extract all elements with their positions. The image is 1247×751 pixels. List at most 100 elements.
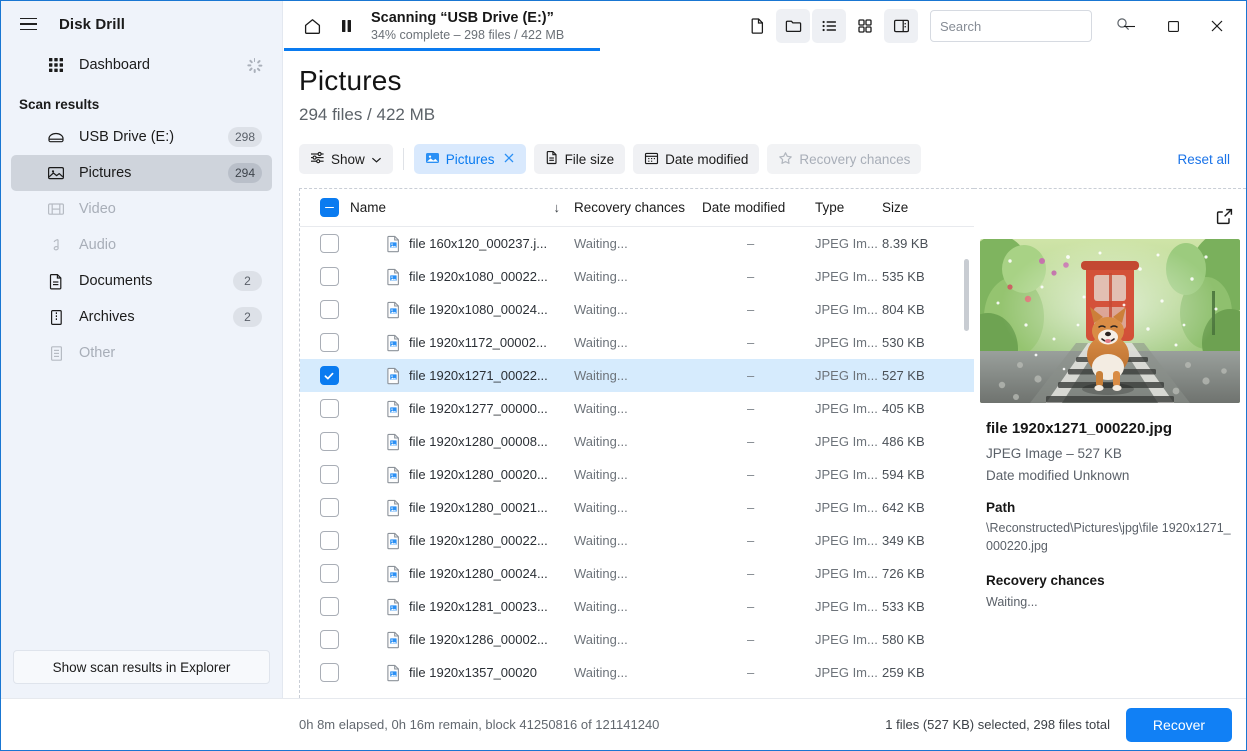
toolbar: Scanning “USB Drive (E:)” 34% complete –… xyxy=(283,1,1246,51)
column-header-size[interactable]: Size xyxy=(882,200,962,215)
loading-spinner-icon xyxy=(247,58,262,73)
search-box[interactable] xyxy=(930,10,1092,42)
row-date-cell: – xyxy=(702,335,815,350)
row-checkbox-cell xyxy=(308,663,350,682)
table-row[interactable]: file 1920x1280_00024...Waiting...–JPEG I… xyxy=(300,557,974,590)
row-recovery-cell: Waiting... xyxy=(574,500,702,515)
filter-chip-date-modified[interactable]: Date modified xyxy=(633,144,759,174)
preview-path-label: Path xyxy=(986,500,1234,515)
row-checkbox[interactable] xyxy=(320,465,339,484)
row-date-cell: – xyxy=(702,368,815,383)
table-row[interactable]: file 1920x1080_00022...Waiting...–JPEG I… xyxy=(300,260,974,293)
row-type-cell: JPEG Im... xyxy=(815,566,882,581)
row-checkbox[interactable] xyxy=(320,663,339,682)
table-row[interactable]: file 160x120_000237.j...Waiting...–JPEG … xyxy=(300,227,974,260)
row-name-cell: file 1920x1280_00021... xyxy=(350,499,574,517)
row-checkbox[interactable] xyxy=(320,432,339,451)
row-checkbox[interactable] xyxy=(320,531,339,550)
row-name-cell: file 1920x1357_00020 xyxy=(350,664,574,682)
open-external-icon[interactable] xyxy=(1215,207,1234,231)
row-checkbox[interactable] xyxy=(320,564,339,583)
row-checkbox[interactable] xyxy=(320,630,339,649)
list-view-icon[interactable] xyxy=(812,9,846,43)
column-header-type[interactable]: Type xyxy=(815,200,882,215)
row-checkbox[interactable] xyxy=(320,300,339,319)
window-minimize-button[interactable] xyxy=(1108,9,1150,43)
row-checkbox[interactable] xyxy=(320,597,339,616)
row-checkbox[interactable] xyxy=(320,333,339,352)
preview-date-modified: Date modified Unknown xyxy=(986,468,1234,483)
sidebar-item-archives[interactable]: Archives 2 xyxy=(11,299,272,335)
content-area: Pictures 294 files / 422 MB Show xyxy=(283,51,1246,698)
star-icon xyxy=(778,151,793,168)
table-row[interactable]: file 1920x1277_00000...Waiting...–JPEG I… xyxy=(300,392,974,425)
row-checkbox[interactable] xyxy=(320,399,339,418)
row-date-cell: – xyxy=(702,302,815,317)
table-row[interactable]: file 1920x1280_00008...Waiting...–JPEG I… xyxy=(300,425,974,458)
row-checkbox[interactable] xyxy=(320,498,339,517)
row-date-cell: – xyxy=(702,632,815,647)
column-header-date[interactable]: Date modified xyxy=(702,200,815,215)
table-row[interactable]: file 1920x1286_00002...Waiting...–JPEG I… xyxy=(300,623,974,656)
select-all-checkbox[interactable] xyxy=(320,198,339,217)
grid-view-icon[interactable] xyxy=(848,9,882,43)
table-row[interactable]: file 1920x1280_00022...Waiting...–JPEG I… xyxy=(300,524,974,557)
window-close-button[interactable] xyxy=(1196,9,1238,43)
window-maximize-button[interactable] xyxy=(1152,9,1194,43)
preview-file-type-size: JPEG Image – 527 KB xyxy=(986,446,1234,461)
hamburger-menu-icon[interactable] xyxy=(15,11,41,37)
show-in-explorer-button[interactable]: Show scan results in Explorer xyxy=(13,650,270,684)
column-header-name[interactable]: Name ↓ xyxy=(350,200,574,215)
filter-chip-pictures[interactable]: Pictures xyxy=(414,144,526,174)
preview-toolbar xyxy=(974,199,1246,239)
row-type-cell: JPEG Im... xyxy=(815,467,882,482)
column-label: Name xyxy=(350,200,386,215)
column-header-recovery[interactable]: Recovery chances xyxy=(574,200,702,215)
search-input[interactable] xyxy=(940,19,1116,34)
table-scrollbar[interactable] xyxy=(964,259,969,331)
pause-icon[interactable] xyxy=(329,9,363,43)
sidebar-item-audio[interactable]: Audio xyxy=(11,227,272,263)
image-icon xyxy=(45,163,67,183)
row-checkbox[interactable] xyxy=(320,267,339,286)
close-icon[interactable] xyxy=(503,152,515,167)
row-date-cell: – xyxy=(702,500,815,515)
row-type-cell: JPEG Im... xyxy=(815,632,882,647)
row-recovery-cell: Waiting... xyxy=(574,533,702,548)
row-checkbox[interactable] xyxy=(320,234,339,253)
sidebar-item-pictures[interactable]: Pictures 294 xyxy=(11,155,272,191)
row-size-cell: 259 KB xyxy=(882,665,962,680)
reset-all-link[interactable]: Reset all xyxy=(1177,152,1230,167)
table-row[interactable]: file 1920x1080_00024...Waiting...–JPEG I… xyxy=(300,293,974,326)
table-row[interactable]: file 1920x1357_00020Waiting...–JPEG Im..… xyxy=(300,656,974,689)
panel-toggle-icon[interactable] xyxy=(884,9,918,43)
sidebar-item-other[interactable]: Other xyxy=(11,335,272,371)
row-file-name: file 1920x1280_00024... xyxy=(409,566,548,581)
preview-recovery-label: Recovery chances xyxy=(986,573,1234,588)
sidebar-item-video[interactable]: Video xyxy=(11,191,272,227)
row-checkbox[interactable] xyxy=(320,366,339,385)
show-filter-dropdown[interactable]: Show xyxy=(299,144,393,174)
row-checkbox-cell xyxy=(308,234,350,253)
table-row[interactable]: file 1920x1281_00023...Waiting...–JPEG I… xyxy=(300,590,974,623)
row-recovery-cell: Waiting... xyxy=(574,401,702,416)
sidebar-item-usb-drive[interactable]: USB Drive (E:) 298 xyxy=(11,119,272,155)
row-name-cell: file 1920x1271_00022... xyxy=(350,367,574,385)
table-row[interactable]: file 1920x1172_00002...Waiting...–JPEG I… xyxy=(300,326,974,359)
filter-chip-file-size[interactable]: File size xyxy=(534,144,626,174)
show-filter-label: Show xyxy=(331,152,365,167)
row-file-name: file 160x120_000237.j... xyxy=(409,236,547,251)
table-row[interactable]: file 1920x1271_00022...Waiting...–JPEG I… xyxy=(300,359,974,392)
file-view-icon[interactable] xyxy=(740,9,774,43)
table-row[interactable]: file 1920x1280_00020...Waiting...–JPEG I… xyxy=(300,458,974,491)
sidebar-item-documents[interactable]: Documents 2 xyxy=(11,263,272,299)
row-file-name: file 1920x1277_00000... xyxy=(409,401,548,416)
home-icon[interactable] xyxy=(295,9,329,43)
table-row[interactable]: file 1920x1280_00021...Waiting...–JPEG I… xyxy=(300,491,974,524)
sidebar-item-dashboard[interactable]: Dashboard xyxy=(11,47,272,83)
recover-button[interactable]: Recover xyxy=(1126,708,1232,742)
chip-divider xyxy=(403,148,404,170)
row-file-name: file 1920x1080_00024... xyxy=(409,302,548,317)
folder-view-icon[interactable] xyxy=(776,9,810,43)
row-checkbox-cell xyxy=(308,366,350,385)
